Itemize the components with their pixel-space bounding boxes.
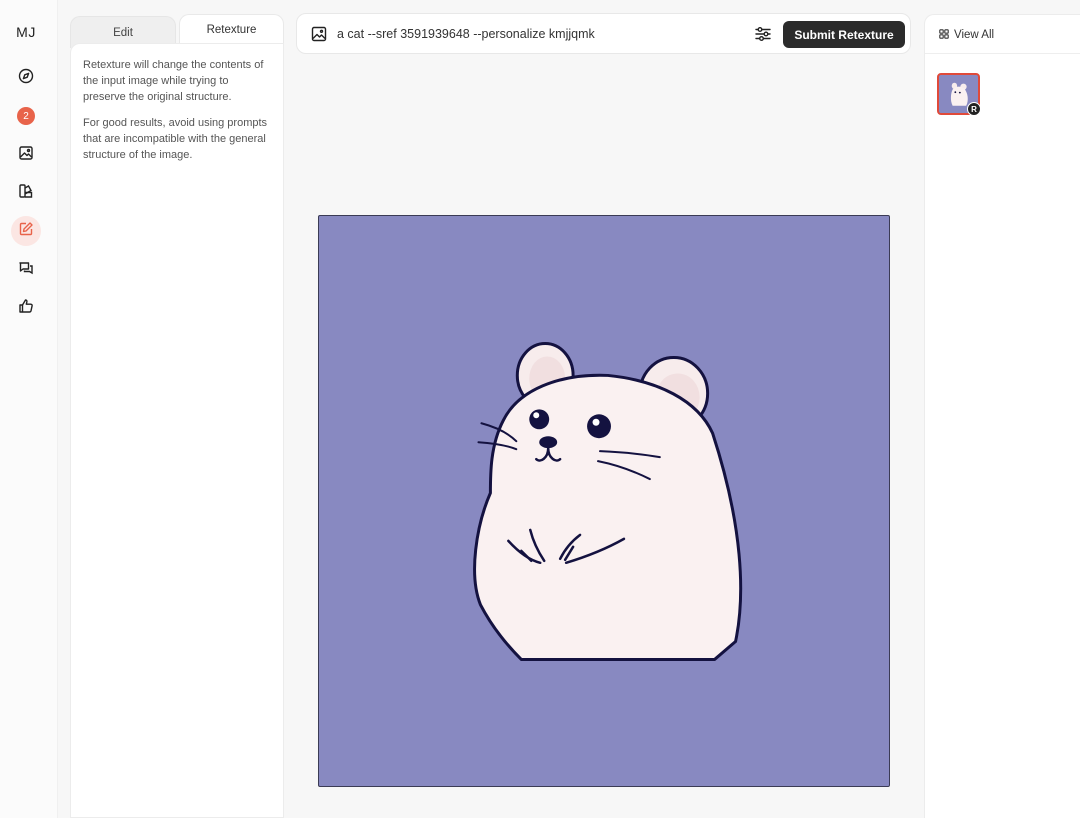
images-button[interactable]: [11, 140, 41, 170]
settings-sliders-icon[interactable]: [754, 25, 772, 43]
prompt-bar: Submit Retexture: [296, 13, 911, 54]
chat-icon: [18, 260, 34, 281]
info-paragraph-2: For good results, avoid using prompts th…: [83, 117, 268, 161]
prompt-input[interactable]: [337, 20, 737, 48]
chat-button[interactable]: [11, 255, 41, 285]
explore-button[interactable]: [11, 63, 41, 93]
thumbs-up-icon: [18, 298, 34, 319]
tab-retexture[interactable]: Retexture: [179, 14, 284, 44]
info-paragraph-1: Retexture will change the contents of th…: [83, 59, 264, 103]
notification-count-badge: 2: [17, 107, 35, 125]
edit-icon: [18, 221, 34, 242]
view-all-label: View All: [954, 29, 995, 41]
grid-icon: [939, 28, 949, 42]
retexture-info: Retexture will change the contents of th…: [70, 43, 284, 818]
retexture-badge: R: [967, 102, 981, 116]
palette-icon: [18, 183, 34, 204]
compass-icon: [18, 68, 34, 89]
submit-retexture-button[interactable]: Submit Retexture: [783, 21, 905, 48]
view-all-button[interactable]: View All: [939, 27, 994, 43]
history-panel: View All R: [924, 14, 1080, 818]
retexture-panel: Edit Retexture Retexture will change the…: [70, 14, 284, 818]
logo[interactable]: MJ: [0, 24, 52, 40]
hamster-illustration: [473, 342, 743, 661]
styles-button[interactable]: [11, 178, 41, 208]
notifications-button[interactable]: 2: [11, 101, 41, 131]
divider: [925, 53, 1080, 54]
input-image[interactable]: [318, 215, 890, 787]
image-icon: [18, 145, 34, 166]
likes-button[interactable]: [11, 293, 41, 323]
image-prompt-icon[interactable]: [311, 26, 327, 42]
edit-button[interactable]: [11, 216, 41, 246]
left-nav-rail: MJ 2: [0, 0, 58, 818]
